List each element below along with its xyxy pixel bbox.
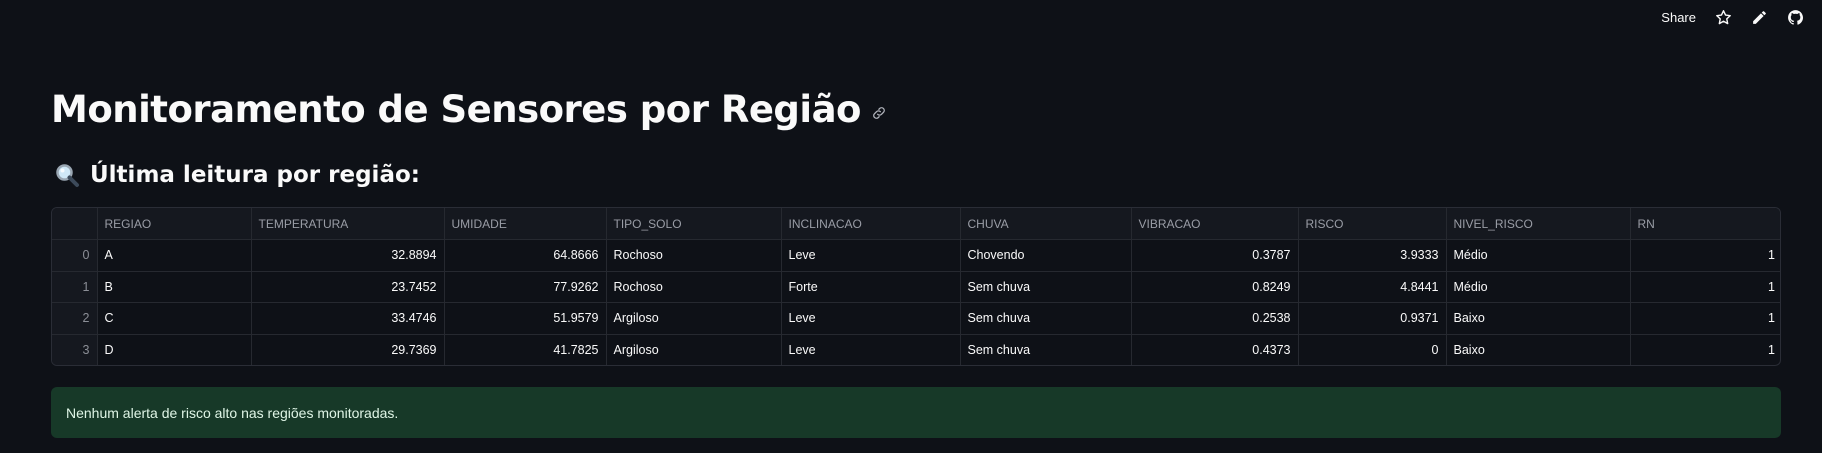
cell-umidade[interactable]: 41.7825 — [444, 334, 607, 365]
cell-nivel-risco[interactable]: Médio — [1446, 239, 1631, 272]
column-header-regiao[interactable]: REGIAO — [97, 208, 252, 240]
star-icon[interactable] — [1714, 8, 1732, 26]
cell-vibracao[interactable]: 0.3787 — [1131, 239, 1299, 272]
subtitle-row: Última leitura por região: — [54, 162, 420, 188]
github-icon[interactable] — [1786, 8, 1804, 26]
column-header-nivel-risco[interactable]: NIVEL_RISCO — [1446, 208, 1631, 240]
column-header-temperatura[interactable]: TEMPERATURA — [251, 208, 445, 240]
cell-inclinacao[interactable]: Leve — [781, 334, 961, 365]
cell-vibracao[interactable]: 0.4373 — [1131, 334, 1299, 365]
cell-vibracao[interactable]: 0.2538 — [1131, 302, 1299, 335]
link-icon[interactable] — [871, 105, 887, 121]
cell-tipo-solo[interactable]: Rochoso — [606, 271, 782, 303]
cell-vibracao[interactable]: 0.8249 — [1131, 271, 1299, 303]
success-alert: Nenhum alerta de risco alto nas regiões … — [51, 387, 1781, 438]
cell-umidade[interactable]: 51.9579 — [444, 302, 607, 335]
table-row: 3 D 29.7369 41.7825 Argiloso Leve Sem ch… — [52, 334, 1780, 365]
row-index: 3 — [52, 334, 98, 365]
cell-inclinacao[interactable]: Forte — [781, 271, 961, 303]
cell-rn[interactable]: 1 — [1630, 302, 1780, 335]
cell-nivel-risco[interactable]: Baixo — [1446, 302, 1631, 335]
row-index: 0 — [52, 239, 98, 272]
cell-temperatura[interactable]: 23.7452 — [251, 271, 445, 303]
cell-nivel-risco[interactable]: Médio — [1446, 271, 1631, 303]
column-header-rn[interactable]: RN — [1630, 208, 1780, 240]
cell-tipo-solo[interactable]: Argiloso — [606, 302, 782, 335]
cell-rn[interactable]: 1 — [1630, 239, 1780, 272]
table-header-row: REGIAO TEMPERATURA UMIDADE TIPO_SOLO INC… — [52, 208, 1780, 240]
cell-umidade[interactable]: 64.8666 — [444, 239, 607, 272]
cell-chuva[interactable]: Sem chuva — [960, 334, 1132, 365]
row-index: 1 — [52, 271, 98, 303]
cell-temperatura[interactable]: 29.7369 — [251, 334, 445, 365]
column-header-tipo-solo[interactable]: TIPO_SOLO — [606, 208, 782, 240]
cell-temperatura[interactable]: 32.8894 — [251, 239, 445, 272]
table-row: 1 B 23.7452 77.9262 Rochoso Forte Sem ch… — [52, 271, 1780, 303]
page-title: Monitoramento de Sensores por Região — [51, 88, 861, 131]
title-row: Monitoramento de Sensores por Região — [51, 88, 887, 131]
cell-regiao[interactable]: D — [97, 334, 252, 365]
table-row: 0 A 32.8894 64.8666 Rochoso Leve Chovend… — [52, 239, 1780, 272]
cell-risco[interactable]: 0.9371 — [1298, 302, 1447, 335]
cell-rn[interactable]: 1 — [1630, 334, 1780, 365]
cell-regiao[interactable]: A — [97, 239, 252, 272]
top-toolbar: Share — [1661, 0, 1822, 34]
row-index: 2 — [52, 302, 98, 335]
column-header-vibracao[interactable]: VIBRACAO — [1131, 208, 1299, 240]
column-header-index — [52, 208, 98, 240]
data-table[interactable]: REGIAO TEMPERATURA UMIDADE TIPO_SOLO INC… — [51, 207, 1781, 366]
cell-regiao[interactable]: C — [97, 302, 252, 335]
column-header-umidade[interactable]: UMIDADE — [444, 208, 607, 240]
cell-risco[interactable]: 0 — [1298, 334, 1447, 365]
magnifier-icon — [54, 162, 80, 188]
cell-nivel-risco[interactable]: Baixo — [1446, 334, 1631, 365]
cell-risco[interactable]: 4.8441 — [1298, 271, 1447, 303]
alert-message: Nenhum alerta de risco alto nas regiões … — [66, 404, 399, 421]
cell-umidade[interactable]: 77.9262 — [444, 271, 607, 303]
cell-chuva[interactable]: Sem chuva — [960, 271, 1132, 303]
cell-chuva[interactable]: Sem chuva — [960, 302, 1132, 335]
cell-chuva[interactable]: Chovendo — [960, 239, 1132, 272]
cell-regiao[interactable]: B — [97, 271, 252, 303]
cell-tipo-solo[interactable]: Rochoso — [606, 239, 782, 272]
table-row: 2 C 33.4746 51.9579 Argiloso Leve Sem ch… — [52, 302, 1780, 335]
cell-inclinacao[interactable]: Leve — [781, 239, 961, 272]
section-subtitle: Última leitura por região: — [90, 162, 420, 188]
column-header-chuva[interactable]: CHUVA — [960, 208, 1132, 240]
column-header-risco[interactable]: RISCO — [1298, 208, 1447, 240]
cell-temperatura[interactable]: 33.4746 — [251, 302, 445, 335]
cell-tipo-solo[interactable]: Argiloso — [606, 334, 782, 365]
cell-risco[interactable]: 3.9333 — [1298, 239, 1447, 272]
cell-rn[interactable]: 1 — [1630, 271, 1780, 303]
pencil-icon[interactable] — [1750, 8, 1768, 26]
share-button[interactable]: Share — [1661, 10, 1696, 25]
column-header-inclinacao[interactable]: INCLINACAO — [781, 208, 961, 240]
cell-inclinacao[interactable]: Leve — [781, 302, 961, 335]
